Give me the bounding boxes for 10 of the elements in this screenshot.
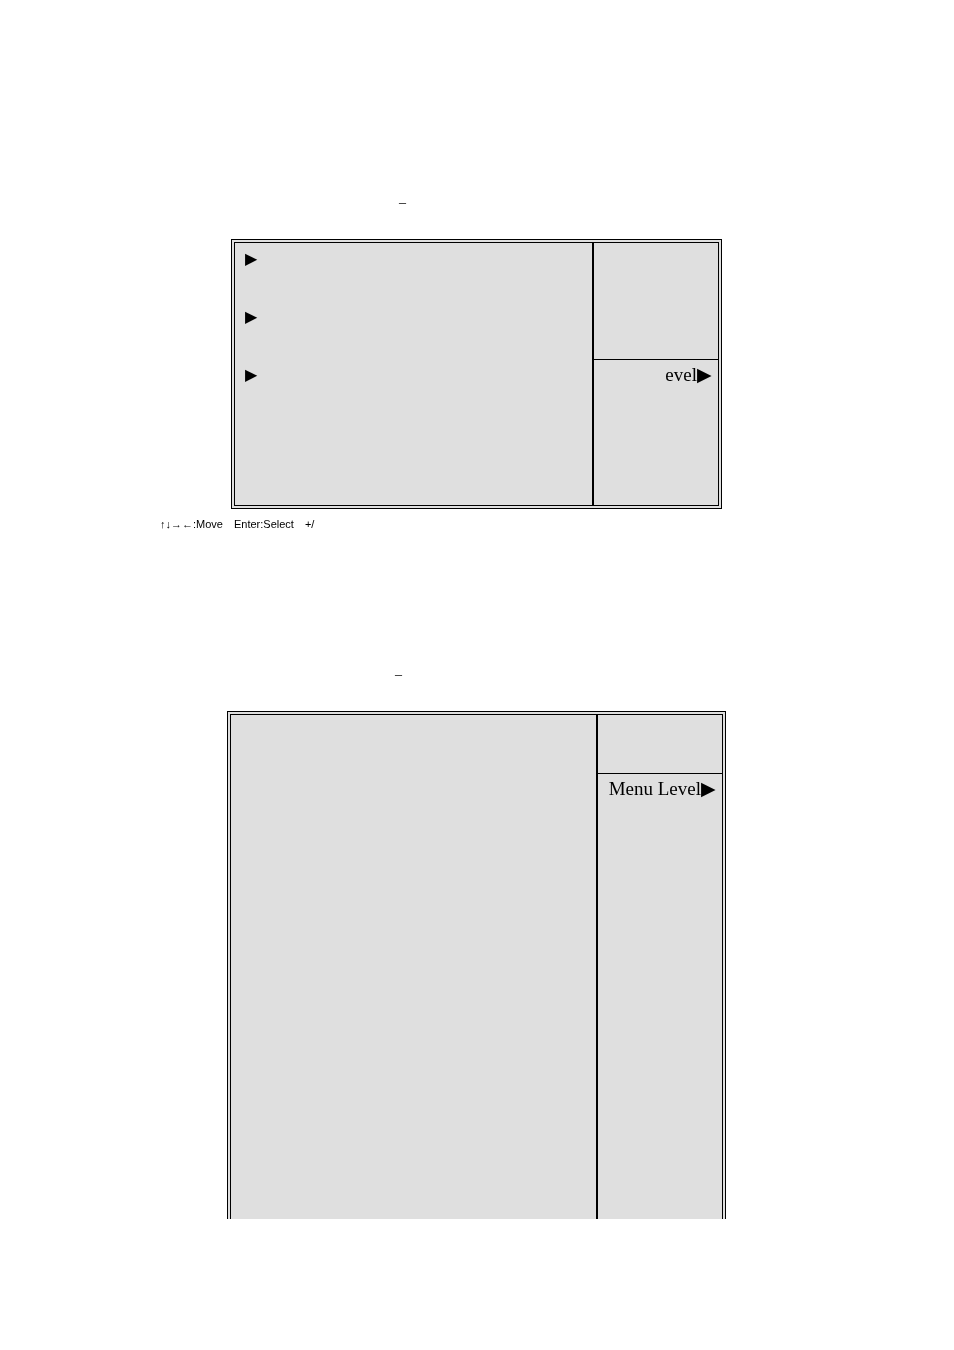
submenu-marker[interactable]: ▶ bbox=[245, 249, 257, 269]
submenu-marker[interactable]: ▶ bbox=[245, 307, 257, 327]
screen-title: – bbox=[398, 195, 406, 211]
screen-title: – bbox=[394, 667, 402, 683]
submenu-marker[interactable]: ▶ bbox=[245, 365, 257, 385]
help-text: Menu Level▶ bbox=[607, 777, 717, 800]
key-hint: +/ bbox=[304, 517, 315, 531]
key-hint: ↑↓→←:Move bbox=[160, 517, 223, 531]
key-hint: Enter:Select bbox=[233, 517, 294, 531]
help-text: evel▶ bbox=[664, 363, 713, 386]
